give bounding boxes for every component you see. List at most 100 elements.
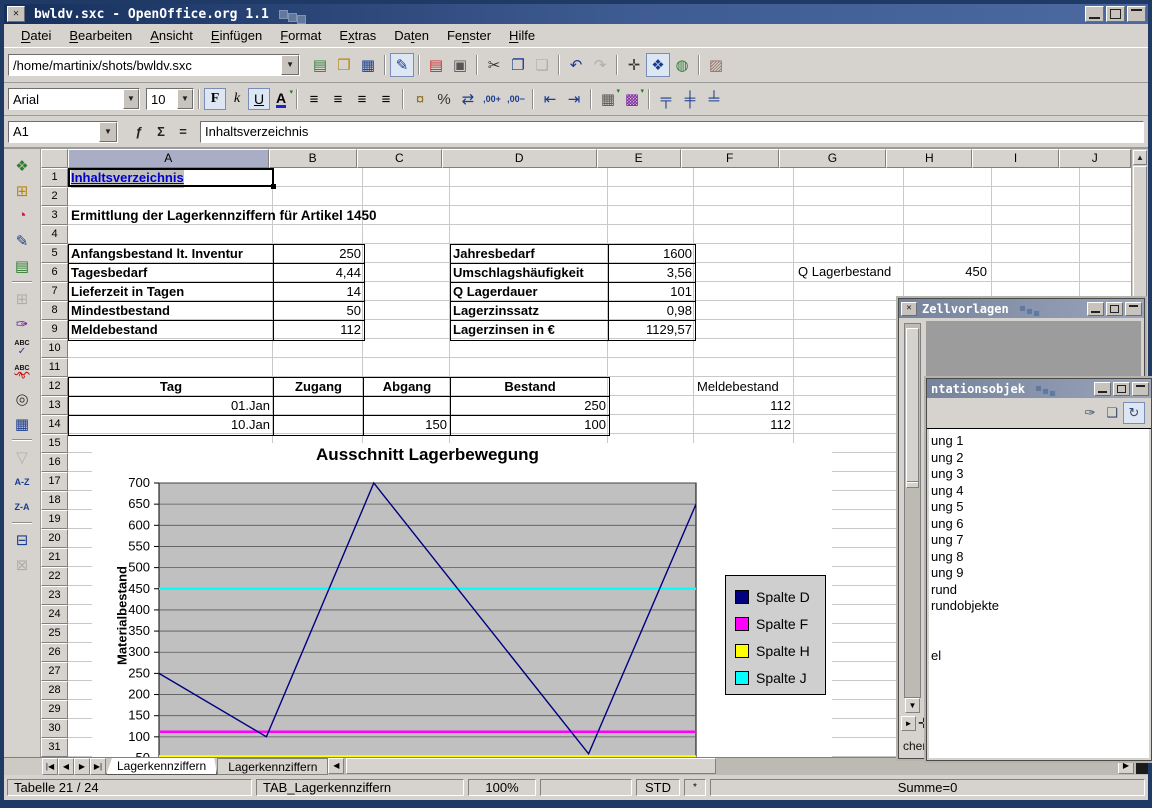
- horizontal-scroll-thumb[interactable]: [346, 758, 716, 774]
- align-vcenter-icon[interactable]: ╪: [678, 87, 702, 111]
- insert-cells-icon[interactable]: ⊞: [9, 178, 35, 203]
- background-color-icon[interactable]: ▩▾: [620, 87, 644, 111]
- function-icon[interactable]: =: [172, 122, 194, 142]
- row-header-15[interactable]: 15: [41, 434, 68, 453]
- edit-file-icon[interactable]: ✎: [390, 53, 414, 77]
- minimize-button[interactable]: [1087, 302, 1104, 316]
- close-icon[interactable]: ✕: [901, 302, 917, 316]
- style-list-item[interactable]: ung 9: [931, 565, 1149, 582]
- style-list-item[interactable]: ung 5: [931, 499, 1149, 516]
- row-header-26[interactable]: 26: [41, 643, 68, 662]
- align-top-icon[interactable]: ╤: [654, 87, 678, 111]
- font-color-button[interactable]: A▾: [270, 88, 292, 110]
- number-format-standard-icon[interactable]: ⇄: [456, 87, 480, 111]
- chart-object[interactable]: Ausschnitt Lagerbewegung Materialbestand…: [92, 443, 832, 757]
- update-style-icon[interactable]: ↻: [1123, 402, 1145, 424]
- selection-mode-field[interactable]: STD: [636, 779, 680, 796]
- style-list-item[interactable]: rundobjekte: [931, 598, 1149, 615]
- menu-bearbeiten[interactable]: Bearbeiten: [60, 26, 141, 45]
- scroll-up-icon[interactable]: ▲: [1133, 150, 1147, 165]
- row-header-20[interactable]: 20: [41, 529, 68, 548]
- scroll-down-icon[interactable]: ▼: [905, 698, 920, 713]
- row-headers[interactable]: 1234567891011121314151617181920212223242…: [41, 168, 68, 757]
- font-name-combo[interactable]: ▼: [8, 88, 140, 110]
- column-header-a[interactable]: A: [68, 149, 269, 168]
- row-header-8[interactable]: 8: [41, 301, 68, 320]
- data-sources-icon[interactable]: ▦: [9, 411, 35, 436]
- column-header-h[interactable]: H: [886, 149, 972, 168]
- new-document-icon[interactable]: ▤: [308, 53, 332, 77]
- scroll-thumb[interactable]: [906, 328, 919, 488]
- export-pdf-icon[interactable]: ▤: [424, 53, 448, 77]
- underline-button[interactable]: U: [248, 88, 270, 110]
- column-header-f[interactable]: F: [681, 149, 779, 168]
- maximize-button[interactable]: [1106, 6, 1125, 22]
- new-style-from-selection-icon[interactable]: ❏: [1101, 402, 1123, 424]
- row-header-4[interactable]: 4: [41, 225, 68, 244]
- style-list-item[interactable]: ung 8: [931, 549, 1149, 566]
- align-right-icon[interactable]: ≡: [350, 87, 374, 111]
- menu-fenster[interactable]: Fenster: [438, 26, 500, 45]
- row-header-3[interactable]: 3: [41, 206, 68, 225]
- column-header-e[interactable]: E: [597, 149, 681, 168]
- auto-spellcheck-icon[interactable]: ABC∿: [9, 361, 35, 386]
- column-header-d[interactable]: D: [442, 149, 597, 168]
- style-list-item[interactable]: ung 6: [931, 516, 1149, 533]
- sheet-tab-active[interactable]: Lagerkennziffern: [106, 758, 217, 775]
- format-paintbrush-icon[interactable]: ✑: [9, 311, 35, 336]
- page-style-field[interactable]: TAB_Lagerkennziffern: [256, 779, 464, 796]
- column-header-b[interactable]: B: [269, 149, 357, 168]
- number-format-percent-icon[interactable]: %: [432, 87, 456, 111]
- decrease-indent-icon[interactable]: ⇤: [538, 87, 562, 111]
- align-bottom-icon[interactable]: ╧: [702, 87, 726, 111]
- name-box-dropdown-icon[interactable]: ▼: [99, 122, 117, 142]
- vertical-scroll-thumb[interactable]: [1133, 166, 1147, 316]
- row-header-29[interactable]: 29: [41, 700, 68, 719]
- save-document-icon[interactable]: ▦: [356, 53, 380, 77]
- praesentationsobjekte-title-bar[interactable]: ntationsobjek: [927, 379, 1151, 398]
- formula-input[interactable]: [201, 123, 1143, 141]
- row-header-1[interactable]: 1: [41, 168, 68, 187]
- url-combo[interactable]: ▼: [8, 54, 300, 76]
- undo-icon[interactable]: ↶: [564, 53, 588, 77]
- font-size-dropdown-icon[interactable]: ▼: [177, 89, 193, 109]
- copy-icon[interactable]: ❐: [506, 53, 530, 77]
- url-dropdown-icon[interactable]: ▼: [281, 55, 299, 75]
- italic-button[interactable]: k: [226, 88, 248, 110]
- rollup-button[interactable]: [1132, 382, 1149, 396]
- insert-chart-icon[interactable]: ◔: [9, 203, 35, 228]
- row-header-21[interactable]: 21: [41, 548, 68, 567]
- sum-icon[interactable]: Σ: [150, 122, 172, 142]
- style-list-item[interactable]: el: [931, 648, 1149, 665]
- maximize-button[interactable]: [1106, 302, 1123, 316]
- spellcheck-icon[interactable]: ABC✓: [9, 336, 35, 361]
- style-list-item[interactable]: ung 7: [931, 532, 1149, 549]
- menu-datei[interactable]: Datei: [12, 26, 60, 45]
- open-document-icon[interactable]: ❒: [332, 53, 356, 77]
- row-header-31[interactable]: 31: [41, 738, 68, 757]
- font-name-dropdown-icon[interactable]: ▼: [123, 89, 139, 109]
- style-list-item[interactable]: rund: [931, 582, 1149, 599]
- style-list-item[interactable]: ung 1: [931, 433, 1149, 450]
- zellvorlagen-scrollbar[interactable]: [904, 323, 921, 698]
- row-header-25[interactable]: 25: [41, 624, 68, 643]
- rollup-button[interactable]: [1127, 6, 1146, 22]
- row-header-24[interactable]: 24: [41, 605, 68, 624]
- delete-decimal-icon[interactable]: ,00−: [504, 87, 528, 111]
- sum-field[interactable]: Summe=0: [710, 779, 1145, 796]
- zoom-field[interactable]: 100%: [468, 779, 536, 796]
- row-header-22[interactable]: 22: [41, 567, 68, 586]
- navigator-icon[interactable]: ✛: [622, 53, 646, 77]
- row-header-12[interactable]: 12: [41, 377, 68, 396]
- row-header-27[interactable]: 27: [41, 662, 68, 681]
- style-list-item[interactable]: ung 3: [931, 466, 1149, 483]
- menu-einfgen[interactable]: Einfügen: [202, 26, 271, 45]
- add-decimal-icon[interactable]: ,00+: [480, 87, 504, 111]
- row-header-7[interactable]: 7: [41, 282, 68, 301]
- first-sheet-button[interactable]: |◀: [42, 758, 58, 775]
- row-header-13[interactable]: 13: [41, 396, 68, 415]
- column-header-c[interactable]: C: [357, 149, 442, 168]
- row-header-14[interactable]: 14: [41, 415, 68, 434]
- group-icon[interactable]: ⊟: [9, 527, 35, 552]
- function-wizard-icon[interactable]: ƒ: [128, 122, 150, 142]
